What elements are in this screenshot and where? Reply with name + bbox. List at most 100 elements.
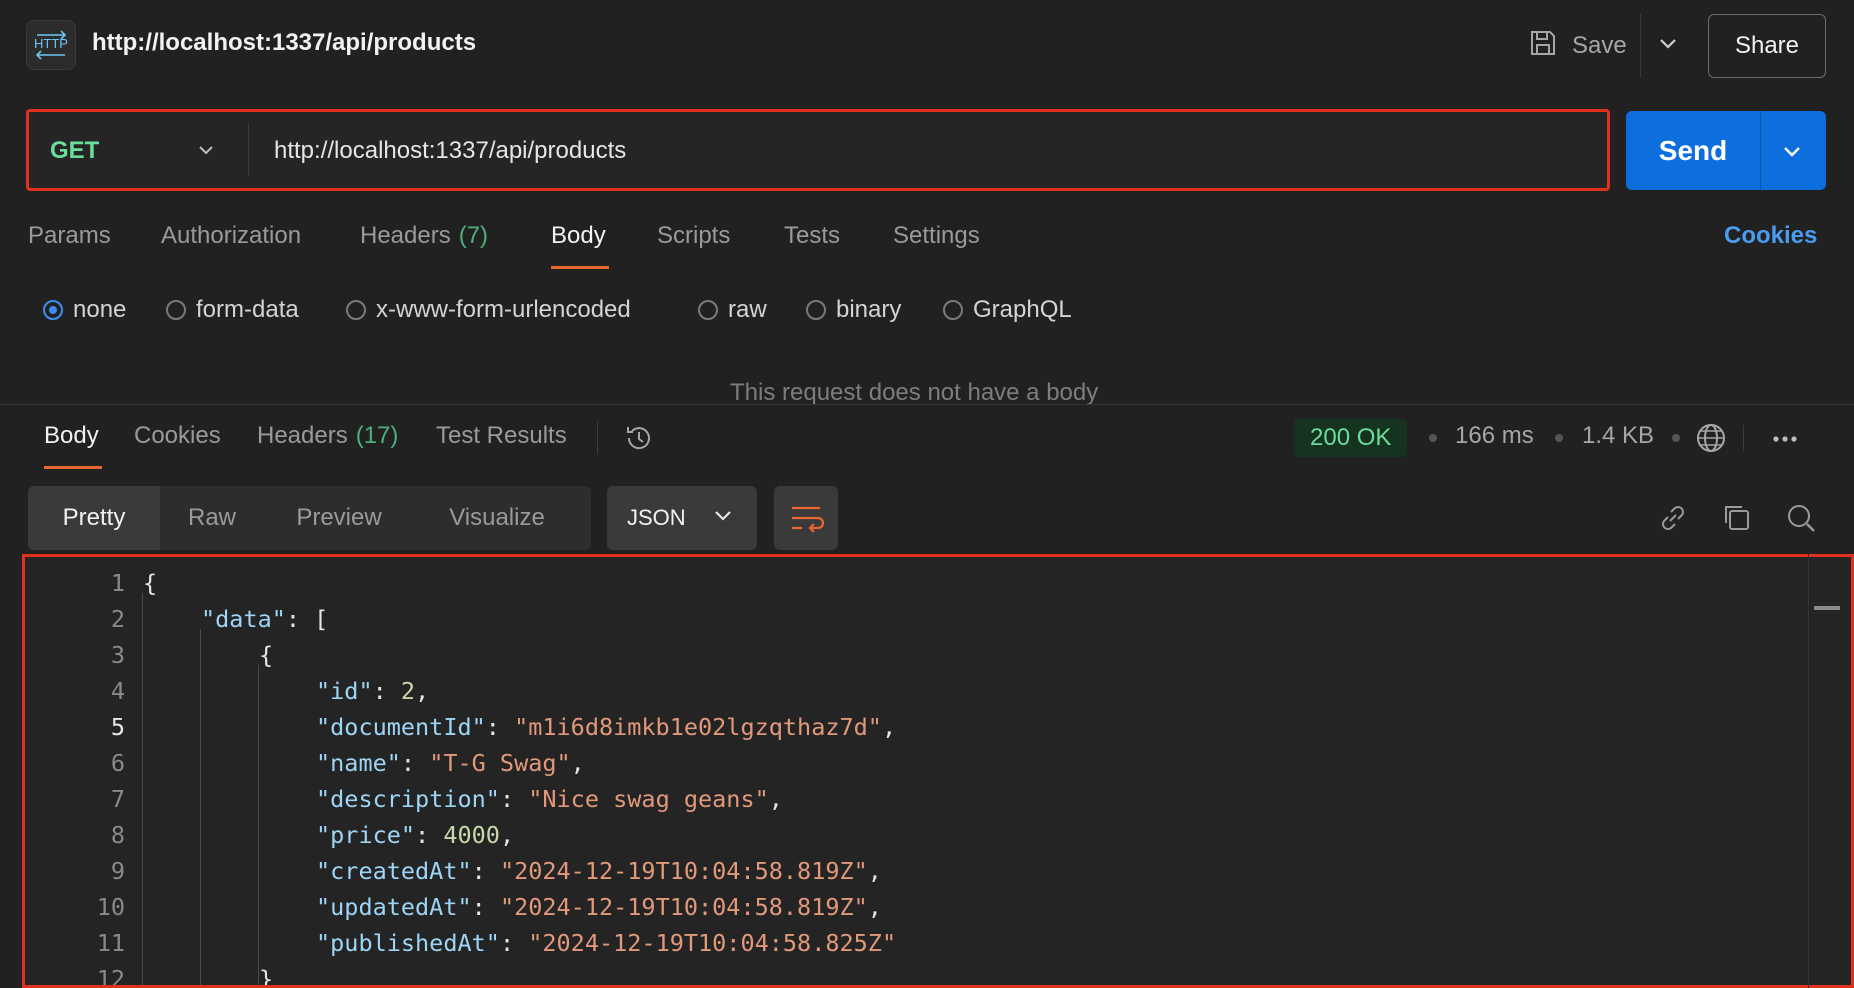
tab-body[interactable]: Body bbox=[551, 222, 606, 250]
radio-selected-icon bbox=[43, 300, 63, 320]
line-number: 2 bbox=[110, 605, 125, 633]
view-preview[interactable]: Preview bbox=[264, 486, 414, 550]
search-icon[interactable] bbox=[1782, 499, 1820, 537]
send-button[interactable]: Send bbox=[1626, 111, 1760, 190]
response-time[interactable]: 166 ms bbox=[1455, 422, 1534, 450]
code-line: "data": [ bbox=[201, 605, 329, 633]
code-line: "updatedAt": "2024-12-19T10:04:58.819Z", bbox=[316, 893, 882, 921]
minimap-border bbox=[1808, 554, 1809, 988]
radio-icon bbox=[698, 300, 718, 320]
radio-form-data-label: form-data bbox=[196, 296, 299, 323]
radio-urlencoded[interactable]: x-www-form-urlencoded bbox=[346, 295, 631, 325]
pane-divider[interactable] bbox=[0, 404, 1854, 405]
tab-headers[interactable]: Headers (7) bbox=[360, 222, 488, 250]
code-line: { bbox=[259, 641, 274, 669]
radio-icon bbox=[166, 300, 186, 320]
save-icon bbox=[1528, 28, 1558, 65]
format-select[interactable]: JSON bbox=[607, 486, 757, 550]
radio-binary[interactable]: binary bbox=[806, 295, 901, 325]
active-tab-indicator bbox=[44, 466, 102, 469]
history-icon[interactable] bbox=[622, 421, 656, 455]
no-body-message: This request does not have a body bbox=[730, 379, 1099, 406]
response-tab-body[interactable]: Body bbox=[44, 422, 99, 450]
code-line: "documentId": "m1i6d8imkb1e02lgzqthaz7d"… bbox=[316, 713, 897, 741]
send-button-group: Send bbox=[1626, 111, 1826, 190]
view-raw[interactable]: Raw bbox=[160, 486, 264, 550]
view-pretty[interactable]: Pretty bbox=[28, 486, 160, 550]
request-header: HTTP http://localhost:1337/api/products … bbox=[0, 0, 1854, 92]
radio-binary-label: binary bbox=[836, 296, 902, 323]
response-body-editor[interactable]: 1 { 2 "data": [ 3 { 4 "id": 2, 5 "docume… bbox=[22, 554, 1854, 988]
save-button[interactable]: Save bbox=[1528, 24, 1627, 68]
indent-guide bbox=[258, 665, 259, 985]
tab-scripts[interactable]: Scripts bbox=[657, 222, 730, 250]
http-icon: HTTP bbox=[26, 20, 76, 70]
line-number: 9 bbox=[110, 857, 125, 885]
divider bbox=[1743, 425, 1744, 451]
response-size[interactable]: 1.4 KB bbox=[1582, 422, 1654, 450]
response-tab-headers[interactable]: Headers (17) bbox=[257, 422, 398, 450]
share-button[interactable]: Share bbox=[1708, 14, 1826, 78]
separator-dot bbox=[1555, 434, 1563, 442]
response-tab-test-results[interactable]: Test Results bbox=[436, 422, 567, 450]
code-line: "description": "Nice swag geans", bbox=[316, 785, 783, 813]
method-select[interactable]: GET bbox=[50, 137, 99, 165]
request-title[interactable]: http://localhost:1337/api/products bbox=[92, 29, 476, 57]
active-tab-indicator bbox=[551, 266, 609, 269]
line-number: 5 bbox=[110, 713, 125, 741]
code-line: "price": 4000, bbox=[316, 821, 515, 849]
code-line: "id": 2, bbox=[316, 677, 430, 705]
tab-params[interactable]: Params bbox=[28, 222, 111, 250]
radio-graphql[interactable]: GraphQL bbox=[943, 295, 1072, 325]
line-number: 10 bbox=[96, 893, 125, 921]
line-number: 1 bbox=[110, 569, 125, 597]
copy-icon[interactable] bbox=[1718, 499, 1756, 537]
status-badge[interactable]: 200 OK bbox=[1294, 419, 1408, 457]
indent-guide bbox=[142, 593, 143, 985]
indent-guide bbox=[200, 629, 201, 985]
code-line: "publishedAt": "2024-12-19T10:04:58.825Z… bbox=[316, 929, 897, 957]
line-number: 7 bbox=[110, 785, 125, 813]
code-line: "name": "T-G Swag", bbox=[316, 749, 585, 777]
save-split-divider bbox=[1640, 14, 1641, 78]
url-divider bbox=[248, 124, 249, 176]
radio-icon bbox=[346, 300, 366, 320]
view-mode-segmented-control: Pretty Raw Preview Visualize bbox=[28, 486, 591, 550]
cookies-link[interactable]: Cookies bbox=[1724, 222, 1817, 250]
globe-icon[interactable] bbox=[1694, 421, 1728, 455]
radio-icon bbox=[806, 300, 826, 320]
line-number: 6 bbox=[110, 749, 125, 777]
send-divider bbox=[1760, 111, 1761, 190]
tab-settings[interactable]: Settings bbox=[893, 222, 980, 250]
wrap-lines-icon bbox=[774, 506, 838, 554]
line-number: 12 bbox=[96, 965, 125, 988]
link-icon[interactable] bbox=[1654, 499, 1692, 537]
code-line: } bbox=[259, 965, 274, 988]
wrap-lines-button[interactable] bbox=[774, 486, 838, 550]
tab-headers-label: Headers bbox=[360, 222, 451, 249]
more-icon[interactable] bbox=[1768, 424, 1802, 454]
response-tab-cookies[interactable]: Cookies bbox=[134, 422, 221, 450]
radio-none[interactable]: none bbox=[43, 295, 126, 325]
line-number: 3 bbox=[110, 641, 125, 669]
radio-raw[interactable]: raw bbox=[698, 295, 767, 325]
scrollbar-thumb[interactable] bbox=[1814, 606, 1840, 610]
radio-none-label: none bbox=[73, 296, 127, 323]
radio-graphql-label: GraphQL bbox=[973, 296, 1072, 323]
save-label: Save bbox=[1572, 32, 1627, 59]
chevron-down-icon bbox=[710, 502, 736, 534]
format-select-value: JSON bbox=[627, 505, 686, 530]
url-input[interactable] bbox=[274, 134, 1574, 168]
chevron-down-icon[interactable] bbox=[1654, 30, 1682, 58]
chevron-down-icon[interactable] bbox=[192, 136, 220, 164]
line-number: 8 bbox=[110, 821, 125, 849]
line-number: 11 bbox=[96, 929, 125, 957]
tab-tests[interactable]: Tests bbox=[784, 222, 840, 250]
radio-urlencoded-label: x-www-form-urlencoded bbox=[376, 296, 631, 323]
radio-form-data[interactable]: form-data bbox=[166, 295, 299, 325]
separator-dot bbox=[1429, 434, 1437, 442]
view-visualize[interactable]: Visualize bbox=[414, 486, 580, 550]
radio-raw-label: raw bbox=[728, 296, 767, 323]
tab-authorization[interactable]: Authorization bbox=[161, 222, 301, 250]
chevron-down-icon[interactable] bbox=[1778, 137, 1806, 165]
